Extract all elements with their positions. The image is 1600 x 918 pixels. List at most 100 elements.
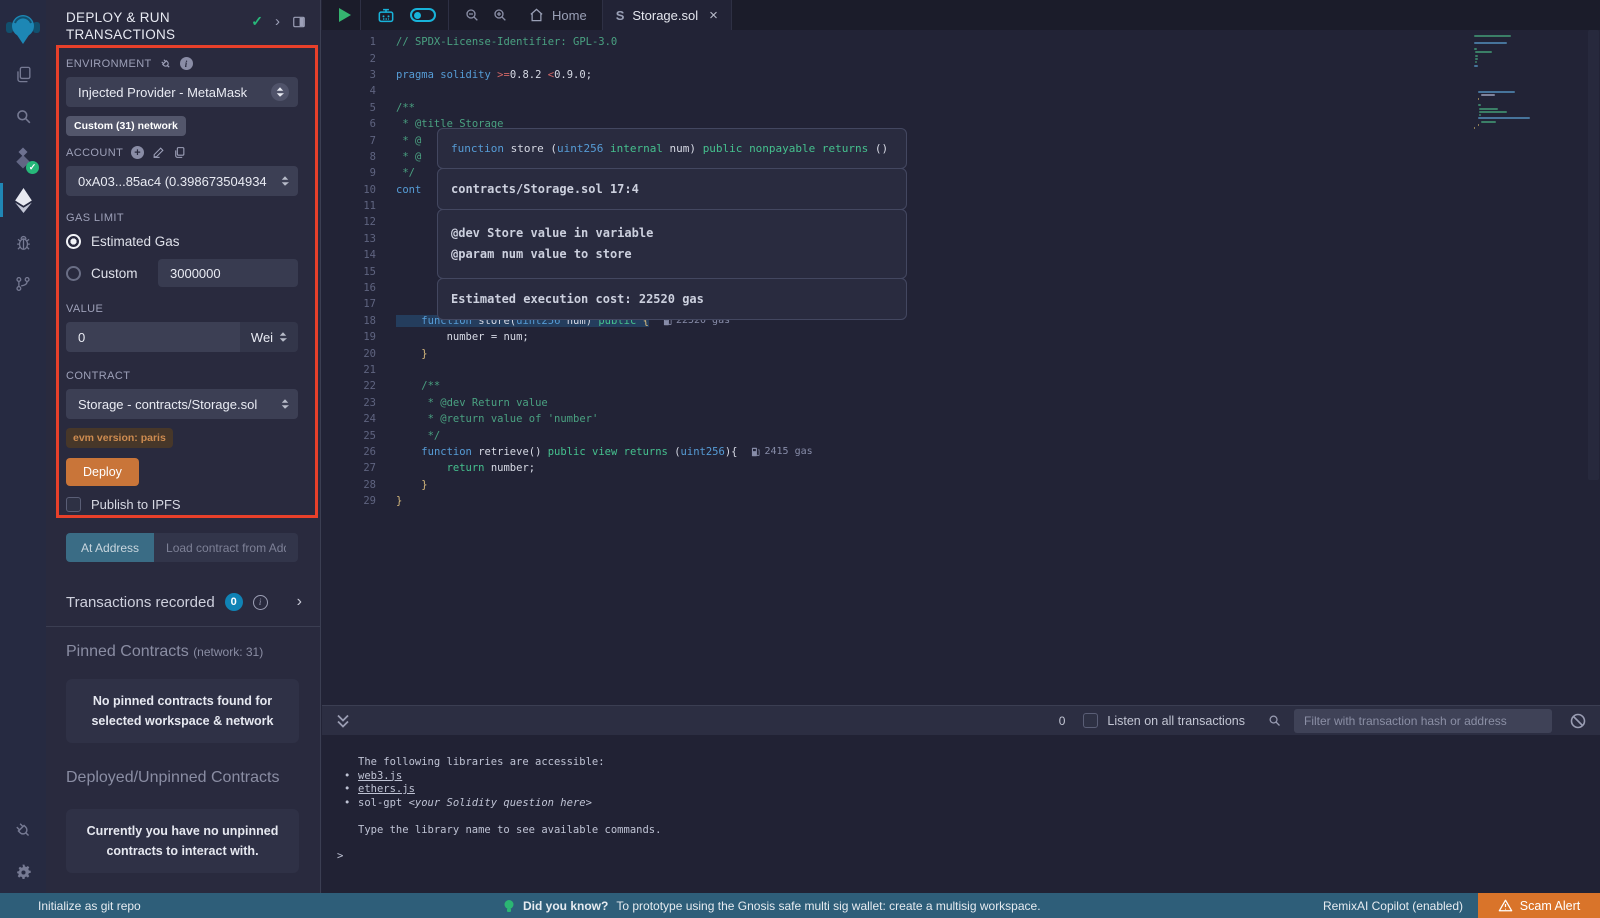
listen-all-checkbox[interactable]: [1083, 713, 1098, 728]
custom-gas-radio[interactable]: Custom: [66, 259, 298, 287]
terminal-link[interactable]: ethers.js: [358, 783, 415, 795]
did-you-know-tip: Did you know? To prototype using the Gno…: [503, 899, 1041, 913]
radio-unselected-icon[interactable]: [66, 266, 81, 281]
zoom-in-icon[interactable]: [486, 7, 514, 23]
tooltip-gas: Estimated execution cost: 22520 gas: [437, 278, 907, 320]
at-address-input[interactable]: [154, 533, 298, 562]
remix-logo-icon: [0, 5, 46, 53]
value-unit-select[interactable]: Wei: [240, 322, 298, 352]
terminal[interactable]: The following libraries are accessible:•…: [322, 735, 1600, 893]
contract-select[interactable]: Storage - contracts/Storage.sol: [66, 389, 298, 419]
panel-forward-icon[interactable]: ›: [275, 13, 280, 30]
code-line[interactable]: 21: [322, 362, 1600, 378]
collapse-terminal-icon[interactable]: [336, 713, 350, 728]
run-script-icon[interactable]: [339, 8, 351, 22]
deployed-contracts-section: Deployed/Unpinned Contracts Currently yo…: [46, 753, 320, 873]
code-line[interactable]: 25 */: [322, 427, 1600, 443]
copilot-toggle[interactable]: [410, 8, 436, 22]
status-check-icon: ✓: [251, 13, 263, 30]
code-line[interactable]: 5/**: [322, 100, 1600, 116]
clear-console-icon[interactable]: [1570, 713, 1586, 729]
ai-assistant-icon[interactable]: [370, 7, 402, 24]
tab-storage-sol[interactable]: S Storage.sol ×: [602, 0, 732, 30]
terminal-link[interactable]: web3.js: [358, 770, 402, 782]
terminal-filter-input[interactable]: [1294, 709, 1552, 733]
git-init-button[interactable]: Initialize as git repo: [0, 899, 141, 913]
deploy-button[interactable]: Deploy: [66, 458, 139, 486]
editor-scrollbar[interactable]: [1588, 30, 1599, 480]
environment-info-icon[interactable]: i: [180, 57, 193, 70]
estimated-gas-radio[interactable]: Estimated Gas: [66, 234, 298, 249]
plugin-manager-icon[interactable]: [0, 809, 46, 851]
hover-tooltip: function store (uint256 internal num) pu…: [437, 129, 907, 320]
terminal-line: Type the library name to see available c…: [322, 824, 1600, 838]
publish-ipfs-label: Publish to IPFS: [91, 497, 181, 512]
code-line[interactable]: 26 function retrieve() public view retur…: [322, 444, 1600, 460]
terminal-output: The following libraries are accessible:•…: [322, 735, 1600, 837]
radio-selected-icon[interactable]: [66, 234, 81, 249]
pin-panel-icon[interactable]: [292, 15, 306, 29]
deployed-contracts-title: Deployed/Unpinned Contracts: [66, 769, 299, 787]
code-line[interactable]: 22 /**: [322, 378, 1600, 394]
warning-icon: [1498, 899, 1513, 912]
terminal-line: •web3.js: [322, 770, 1600, 784]
account-select[interactable]: 0xA03...85ac4 (0.398673504934: [66, 166, 298, 196]
at-address-button[interactable]: At Address: [66, 533, 154, 562]
tooltip-location: contracts/Storage.sol 17:4: [437, 168, 907, 210]
pinned-network-subtitle: (network: 31): [193, 645, 263, 659]
debugger-icon[interactable]: [0, 221, 46, 263]
code-line[interactable]: 27 return number;: [322, 460, 1600, 476]
search-icon[interactable]: [0, 95, 46, 137]
compile-ok-badge: ✓: [26, 161, 39, 174]
copilot-status[interactable]: RemixAI Copilot (enabled): [1323, 899, 1478, 913]
value-input[interactable]: [66, 322, 240, 352]
code-line[interactable]: 19 number = num;: [322, 329, 1600, 345]
code-line[interactable]: 2: [322, 50, 1600, 66]
tooltip-doc: @dev Store value in variable@param num v…: [437, 209, 907, 279]
gas-estimate-badge: 2415 gas: [751, 446, 812, 457]
custom-gas-label: Custom: [91, 266, 138, 281]
panel-header: DEPLOY & RUN TRANSACTIONS ✓ ›: [46, 0, 320, 47]
file-explorer-icon[interactable]: [0, 53, 46, 95]
lightbulb-icon: [503, 899, 515, 913]
publish-ipfs-row[interactable]: Publish to IPFS: [66, 497, 298, 512]
code-line[interactable]: 3pragma solidity >=0.8.2 <0.9.0;: [322, 67, 1600, 83]
home-icon: [529, 8, 544, 22]
pinned-empty-message: No pinned contracts found forselected wo…: [66, 679, 299, 743]
git-icon[interactable]: [0, 263, 46, 305]
copy-account-icon[interactable]: [173, 146, 186, 159]
scam-alert-button[interactable]: Scam Alert: [1478, 893, 1600, 918]
terminal-search-icon[interactable]: [1267, 713, 1282, 728]
solidity-compiler-icon[interactable]: ✓: [0, 137, 46, 179]
minimap[interactable]: [1474, 35, 1586, 131]
deploy-run-icon[interactable]: [0, 179, 46, 221]
close-tab-icon[interactable]: ×: [709, 7, 718, 24]
sign-message-icon[interactable]: [152, 146, 165, 159]
environment-select[interactable]: Injected Provider - MetaMask: [66, 77, 298, 107]
code-line[interactable]: 23 * @dev Return value: [322, 395, 1600, 411]
evm-version-badge: evm version: paris: [66, 428, 173, 448]
publish-ipfs-checkbox[interactable]: [66, 497, 81, 512]
transactions-expand-icon[interactable]: ›: [297, 593, 302, 611]
main-area: Home S Storage.sol × 1// SPDX-License-Id…: [322, 0, 1600, 893]
pinned-contracts-section: Pinned Contracts (network: 31) No pinned…: [46, 627, 320, 743]
plug-icon: [157, 55, 174, 72]
deployed-empty-message: Currently you have no unpinnedcontracts …: [66, 809, 299, 873]
pinned-contracts-title: Pinned Contracts: [66, 643, 189, 660]
code-editor[interactable]: 1// SPDX-License-Identifier: GPL-3.023pr…: [322, 30, 1600, 705]
create-account-icon[interactable]: +: [131, 146, 144, 159]
tab-home[interactable]: Home: [514, 0, 602, 30]
code-line[interactable]: 29}: [322, 493, 1600, 509]
zoom-out-icon[interactable]: [458, 7, 486, 23]
transactions-recorded-row: Transactions recorded 0 i ›: [46, 578, 320, 626]
transactions-info-icon[interactable]: i: [253, 595, 268, 610]
code-line[interactable]: 4: [322, 83, 1600, 99]
custom-gas-input[interactable]: [158, 259, 298, 287]
code-line[interactable]: 20 }: [322, 345, 1600, 361]
listen-all-label: Listen on all transactions: [1107, 714, 1245, 728]
settings-icon[interactable]: [0, 851, 46, 893]
code-line[interactable]: 28 }: [322, 477, 1600, 493]
network-badge: Custom (31) network: [66, 116, 186, 136]
code-line[interactable]: 1// SPDX-License-Identifier: GPL-3.0: [322, 34, 1600, 50]
code-line[interactable]: 24 * @return value of 'number': [322, 411, 1600, 427]
